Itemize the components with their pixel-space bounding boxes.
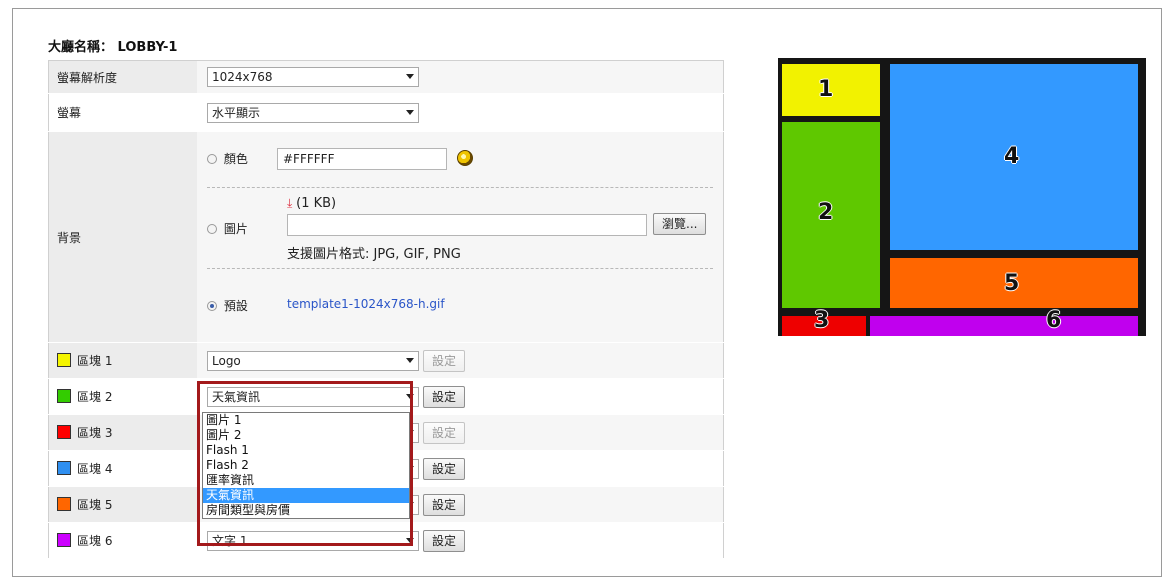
resolution-select[interactable]: 1024x768 <box>207 67 419 87</box>
block-label-text: 區塊 1 <box>77 354 113 368</box>
block-3-swatch <box>57 425 71 439</box>
block-label-text: 區塊 3 <box>77 426 113 440</box>
lobby-title: 大廳名稱： LOBBY-1 <box>48 36 177 55</box>
default-template-file[interactable]: template1-1024x768-h.gif <box>287 297 445 311</box>
image-option-label: 圖片 <box>223 222 248 236</box>
chevron-down-icon <box>406 357 414 363</box>
highlight-frame <box>197 381 413 546</box>
color-input[interactable]: #FFFFFF <box>277 148 447 170</box>
lobby-label: 大廳名稱： <box>48 40 114 55</box>
color-option-label: 顏色 <box>223 152 248 166</box>
block-4-settings-button[interactable]: 設定 <box>423 457 466 480</box>
default-option-label: 預設 <box>223 299 248 313</box>
chevron-down-icon <box>406 74 414 79</box>
block-6-settings-button[interactable]: 設定 <box>423 529 466 552</box>
image-format-hint: 支援圖片格式: JPG, GIF, PNG <box>287 247 461 262</box>
image-option-row: ⤓ (1 KB) 圖片 瀏覽... 支援圖片格式: JPG, GIF, PNG <box>207 188 723 268</box>
block-label-text: 區塊 4 <box>77 462 113 476</box>
block-label-text: 區塊 6 <box>77 534 113 548</box>
block-6-label: 區塊 6 <box>48 522 197 559</box>
block-2-settings-button[interactable]: 設定 <box>423 385 466 408</box>
block-2-swatch <box>57 389 71 403</box>
zone-5: 5 <box>890 258 1138 308</box>
block-6-swatch <box>57 533 71 547</box>
zone-5-number: 5 <box>1004 271 1020 296</box>
chevron-down-icon <box>406 109 414 115</box>
resolution-value: 1024x768 <box>212 70 273 84</box>
layout-preview: 1 2 4 5 3 6 <box>778 58 1146 336</box>
zone-6: 6 <box>870 308 1138 336</box>
screen-value: 水平顯示 <box>212 105 261 120</box>
zone-6-number: 6 <box>1046 308 1062 333</box>
background-label: 背景 <box>48 131 197 343</box>
block-3-label: 區塊 3 <box>48 414 197 451</box>
default-radio[interactable] <box>207 301 217 311</box>
screen-label: 螢幕 <box>48 93 197 132</box>
block-5-swatch <box>57 497 71 511</box>
default-option-row: 預設 template1-1024x768-h.gif <box>207 269 723 339</box>
screen-select[interactable]: 水平顯示 <box>207 102 419 123</box>
block-1-swatch <box>57 353 71 367</box>
image-radio[interactable] <box>207 224 217 234</box>
zone-4-number: 4 <box>1004 144 1020 169</box>
image-size: (1 KB) <box>296 196 337 211</box>
block-5-settings-button[interactable]: 設定 <box>423 493 466 516</box>
block-3-settings-button[interactable]: 設定 <box>423 421 466 444</box>
block-4-label: 區塊 4 <box>48 450 197 487</box>
block-label-text: 區塊 5 <box>77 498 113 512</box>
block-1-settings-button[interactable]: 設定 <box>423 349 466 372</box>
zone-4: 4 <box>890 64 1138 250</box>
block-2-label: 區塊 2 <box>48 378 197 415</box>
block-1-label: 區塊 1 <box>48 342 197 379</box>
block-1-value: Logo <box>212 353 241 368</box>
resolution-label: 螢幕解析度 <box>48 60 197 94</box>
palette-icon[interactable] <box>457 150 473 166</box>
zone-3: 3 <box>782 308 866 336</box>
zone-1: 1 <box>782 64 880 116</box>
color-option-row: 顏色 #FFFFFF <box>207 132 723 187</box>
block-5-label: 區塊 5 <box>48 486 197 523</box>
block-label-text: 區塊 2 <box>77 390 113 404</box>
zone-2-number: 2 <box>818 200 834 225</box>
browse-button[interactable]: 瀏覽... <box>653 213 707 235</box>
block-4-swatch <box>57 461 71 475</box>
image-file-input[interactable] <box>287 214 647 236</box>
zone-3-number: 3 <box>814 308 830 333</box>
block-1-select[interactable]: Logo <box>207 350 419 371</box>
zone-2: 2 <box>782 122 880 308</box>
lobby-name: LOBBY-1 <box>117 40 178 55</box>
zone-1-number: 1 <box>818 77 834 102</box>
color-radio[interactable] <box>207 154 217 164</box>
download-icon[interactable]: ⤓ <box>287 196 292 210</box>
